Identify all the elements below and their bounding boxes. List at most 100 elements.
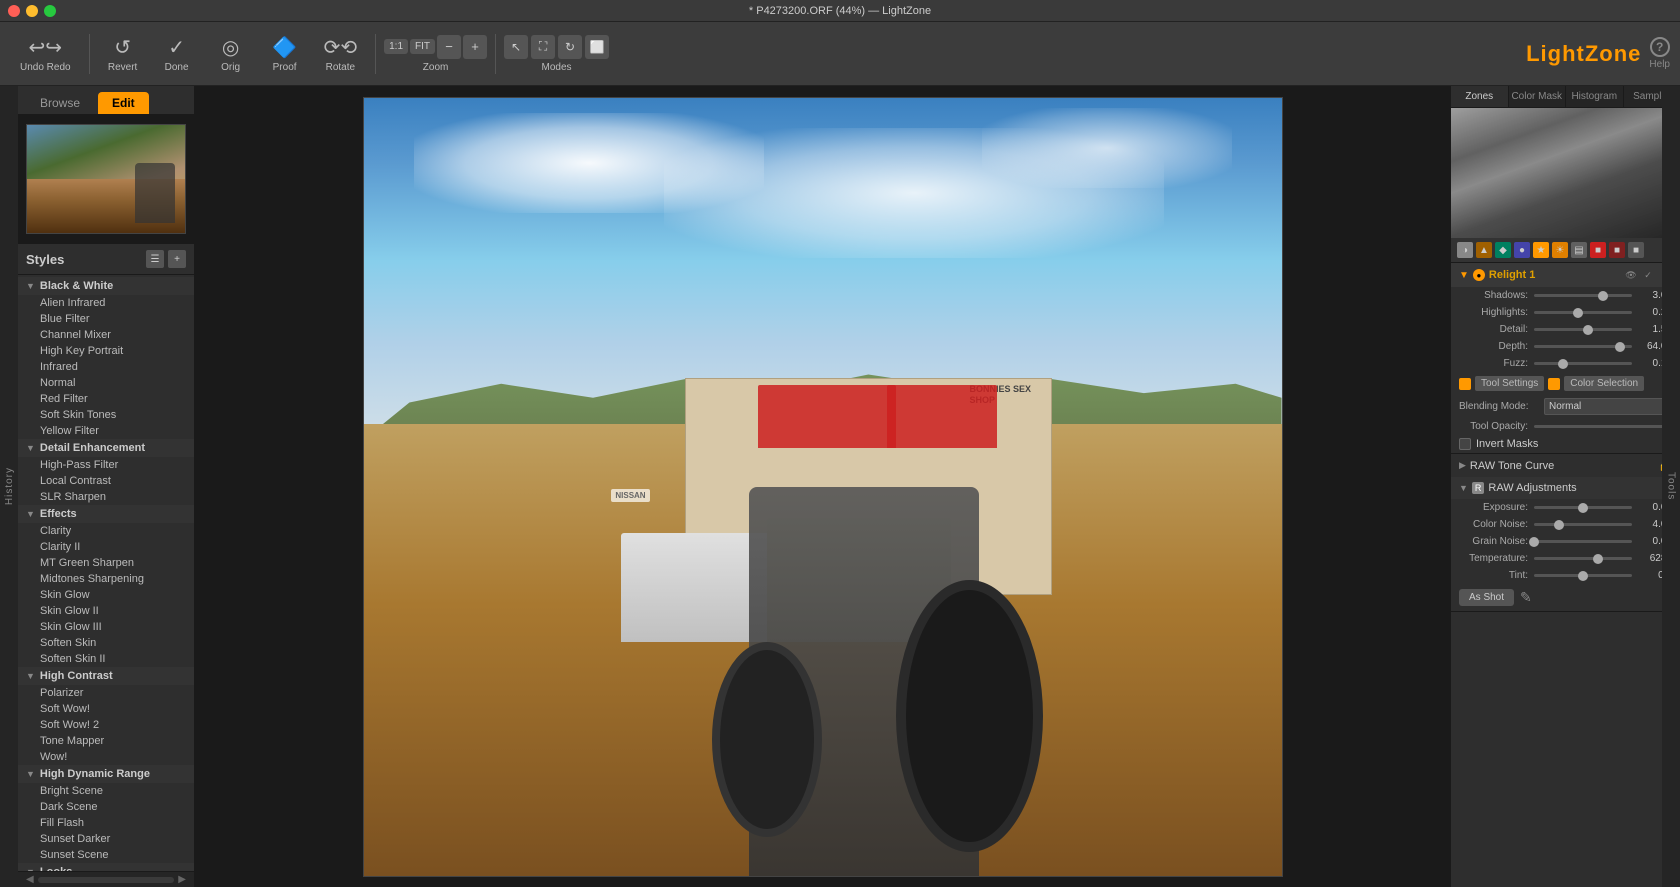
style-group-1[interactable]: ▼Detail Enhancement [18, 439, 194, 457]
circle-icon[interactable]: ● [1514, 242, 1530, 258]
sun-icon[interactable]: ☀ [1552, 242, 1568, 258]
stack-icon[interactable]: ▤ [1571, 242, 1587, 258]
raw-slider-track-2[interactable] [1534, 540, 1632, 543]
done-button[interactable]: ✓ Done [152, 31, 202, 77]
revert-button[interactable]: ↺ Revert [98, 31, 148, 77]
browse-tab[interactable]: Browse [26, 92, 94, 114]
slider-track-3[interactable] [1534, 345, 1632, 348]
slider-track-1[interactable] [1534, 311, 1632, 314]
styles-list-view-button[interactable]: ☰ [146, 250, 164, 268]
style-item-2-1[interactable]: Clarity II [18, 539, 194, 555]
zoom-out-button[interactable]: − [437, 35, 461, 59]
invert-masks-checkbox[interactable] [1459, 438, 1471, 450]
scroll-left-arrow[interactable]: ◀ [26, 874, 34, 885]
zone-icon[interactable]: ◑ [1457, 242, 1473, 258]
style-item-1-0[interactable]: High-Pass Filter [18, 457, 194, 473]
rotate-button[interactable]: ⟳⟲ Rotate [314, 31, 368, 77]
rotate-mode-button[interactable]: ↻ [558, 35, 582, 59]
scroll-track[interactable] [38, 877, 175, 883]
raw-slider-thumb-2[interactable] [1529, 537, 1539, 547]
slider-thumb-1[interactable] [1573, 308, 1583, 318]
style-item-0-5[interactable]: Normal [18, 375, 194, 391]
blending-mode-select[interactable]: Normal [1544, 398, 1672, 415]
slider-track-0[interactable] [1534, 294, 1632, 297]
crop-mode-button[interactable]: ⛶ [531, 35, 555, 59]
style-item-1-2[interactable]: SLR Sharpen [18, 489, 194, 505]
style-item-2-7[interactable]: Soften Skin [18, 635, 194, 651]
history-tab-sidebar[interactable]: History [0, 86, 18, 887]
slider-thumb-3[interactable] [1615, 342, 1625, 352]
raw-slider-thumb-0[interactable] [1578, 503, 1588, 513]
style-group-4[interactable]: ▼High Dynamic Range [18, 765, 194, 783]
style-item-2-5[interactable]: Skin Glow II [18, 603, 194, 619]
raw-slider-track-4[interactable] [1534, 574, 1632, 577]
raw-slider-track-3[interactable] [1534, 557, 1632, 560]
region-mode-button[interactable]: ⬜ [585, 35, 609, 59]
style-item-0-0[interactable]: Alien Infrared [18, 295, 194, 311]
slider-thumb-0[interactable] [1598, 291, 1608, 301]
as-shot-button[interactable]: As Shot [1459, 589, 1514, 606]
raw-slider-thumb-1[interactable] [1554, 520, 1564, 530]
color-selection-button[interactable]: Color Selection [1564, 376, 1644, 391]
star-icon[interactable]: ★ [1533, 242, 1549, 258]
rp-tab-histogram[interactable]: Histogram [1566, 86, 1624, 107]
scroll-right-arrow[interactable]: ▶ [178, 874, 186, 885]
style-item-4-3[interactable]: Sunset Darker [18, 831, 194, 847]
eyedropper-icon[interactable]: ✎ [1520, 589, 1532, 606]
style-item-0-4[interactable]: Infrared [18, 359, 194, 375]
zoom-fit-button[interactable]: FIT [410, 39, 435, 54]
triangle-icon[interactable]: ▲ [1476, 242, 1492, 258]
style-item-3-3[interactable]: Tone Mapper [18, 733, 194, 749]
style-item-3-1[interactable]: Soft Wow! [18, 701, 194, 717]
style-item-0-2[interactable]: Channel Mixer [18, 327, 194, 343]
gray-icon[interactable]: ■ [1628, 242, 1644, 258]
style-item-2-4[interactable]: Skin Glow [18, 587, 194, 603]
style-group-0[interactable]: ▼Black & White [18, 277, 194, 295]
slider-thumb-4[interactable] [1558, 359, 1568, 369]
style-item-4-4[interactable]: Sunset Scene [18, 847, 194, 863]
tool-opacity-slider[interactable] [1534, 425, 1672, 428]
style-group-2[interactable]: ▼Effects [18, 505, 194, 523]
style-item-0-3[interactable]: High Key Portrait [18, 343, 194, 359]
style-item-4-1[interactable]: Dark Scene [18, 799, 194, 815]
cursor-mode-button[interactable]: ↖ [504, 35, 528, 59]
style-item-2-8[interactable]: Soften Skin II [18, 651, 194, 667]
rp-tab-zones[interactable]: Zones [1451, 86, 1509, 107]
tool-settings-button[interactable]: Tool Settings [1475, 376, 1544, 391]
style-item-3-4[interactable]: Wow! [18, 749, 194, 765]
red-icon[interactable]: ■ [1590, 242, 1606, 258]
slider-thumb-2[interactable] [1583, 325, 1593, 335]
orig-button[interactable]: ◎ Orig [206, 31, 256, 77]
style-item-0-7[interactable]: Soft Skin Tones [18, 407, 194, 423]
styles-add-button[interactable]: + [168, 250, 186, 268]
dark-red-icon[interactable]: ■ [1609, 242, 1625, 258]
relight-section-header[interactable]: ▼ ● Relight 1 👁 ✓ ✕ [1451, 263, 1680, 287]
style-item-0-6[interactable]: Red Filter [18, 391, 194, 407]
style-item-2-0[interactable]: Clarity [18, 523, 194, 539]
style-item-3-0[interactable]: Polarizer [18, 685, 194, 701]
style-item-1-1[interactable]: Local Contrast [18, 473, 194, 489]
style-item-4-2[interactable]: Fill Flash [18, 815, 194, 831]
proof-button[interactable]: 🔷 Proof [260, 31, 310, 77]
relight-eye-icon[interactable]: 👁 [1624, 268, 1638, 282]
slider-track-4[interactable] [1534, 362, 1632, 365]
style-item-2-2[interactable]: MT Green Sharpen [18, 555, 194, 571]
zoom-in-button[interactable]: + [463, 35, 487, 59]
undo-redo-button[interactable]: ↩↪ Undo Redo [10, 31, 81, 77]
style-item-3-2[interactable]: Soft Wow! 2 [18, 717, 194, 733]
style-item-2-3[interactable]: Midtones Sharpening [18, 571, 194, 587]
raw-adjustments-header[interactable]: ▼ R RAW Adjustments ? [1451, 477, 1680, 499]
zoom-11-button[interactable]: 1:1 [384, 39, 408, 54]
raw-slider-track-1[interactable] [1534, 523, 1632, 526]
relight-check-icon[interactable]: ✓ [1641, 268, 1655, 282]
style-item-0-1[interactable]: Blue Filter [18, 311, 194, 327]
style-item-4-0[interactable]: Bright Scene [18, 783, 194, 799]
edit-tab[interactable]: Edit [98, 92, 149, 114]
style-group-5[interactable]: ▼Looks [18, 863, 194, 871]
slider-track-2[interactable] [1534, 328, 1632, 331]
raw-slider-thumb-4[interactable] [1578, 571, 1588, 581]
raw-slider-thumb-3[interactable] [1593, 554, 1603, 564]
diamond-icon[interactable]: ◆ [1495, 242, 1511, 258]
minimize-button[interactable] [26, 5, 38, 17]
window-controls[interactable] [8, 5, 56, 17]
